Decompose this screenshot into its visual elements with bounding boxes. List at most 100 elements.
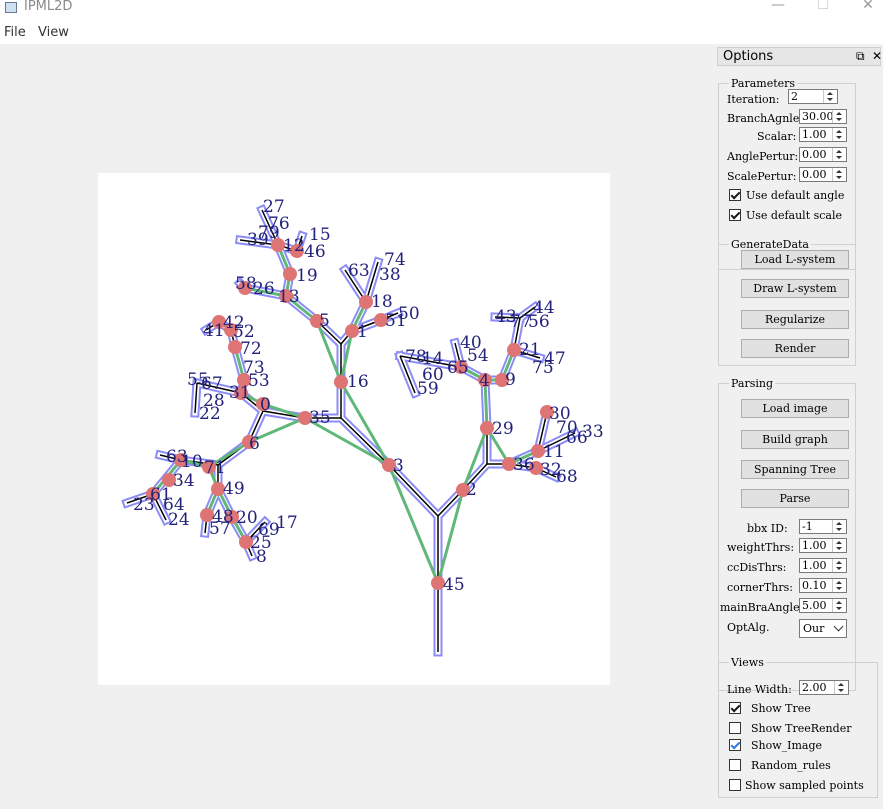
weight-thrs-spinbox[interactable]: 1.00 bbox=[799, 538, 847, 553]
opt-alg-value: Our bbox=[803, 622, 825, 635]
show-image-checkbox[interactable] bbox=[729, 739, 741, 751]
float-icon[interactable]: ⧉ bbox=[856, 49, 865, 64]
corner-thrs-spinbox[interactable]: 0.10 bbox=[799, 578, 847, 593]
show-image-label[interactable]: Show_Image bbox=[751, 739, 822, 752]
line-width-spinbox[interactable]: 2.00 bbox=[799, 680, 849, 695]
main-bra-angle-spinbox[interactable]: 5.00 bbox=[799, 598, 847, 613]
corner-thrs-label: cornerThrs: bbox=[727, 581, 793, 594]
random-rules-label[interactable]: Random_rules bbox=[751, 759, 831, 772]
bbx-id-spinbox[interactable]: -1 bbox=[799, 519, 847, 534]
main-bra-angle-label: mainBraAngle: bbox=[720, 601, 804, 614]
tree-label: 72 bbox=[240, 339, 262, 359]
tree-label: 41 bbox=[203, 321, 225, 341]
tree-label: 46 bbox=[304, 242, 326, 262]
spin-arrows-icon[interactable] bbox=[832, 539, 846, 552]
main-bra-angle-value: 5.00 bbox=[802, 599, 827, 612]
tree-label: 21 bbox=[519, 340, 541, 360]
options-dock: Options ⧉ ✕ Parameters Iteration: 2 Bran… bbox=[715, 45, 883, 809]
spin-arrows-icon[interactable] bbox=[832, 110, 846, 123]
spanning-tree-button[interactable]: Spanning Tree bbox=[741, 460, 849, 479]
tree-label: 5 bbox=[319, 311, 330, 331]
tree-label: 23 bbox=[133, 495, 155, 515]
tree-label: 35 bbox=[309, 408, 331, 428]
close-button[interactable]: ✕ bbox=[853, 0, 883, 15]
tree-label: 49 bbox=[223, 479, 245, 499]
branch-angle-spinbox[interactable]: 30.00 bbox=[799, 109, 847, 124]
tree-label: 0 bbox=[260, 395, 271, 415]
tree-label: 71 bbox=[204, 458, 226, 478]
tree-label: 59 bbox=[417, 379, 439, 399]
scale-pertur-spinbox[interactable]: 0.00 bbox=[799, 167, 847, 182]
spin-arrows-icon[interactable] bbox=[832, 128, 846, 141]
parameters-title: Parameters bbox=[729, 77, 798, 90]
load-lsystem-button[interactable]: Load L-system bbox=[741, 250, 849, 269]
angle-pertur-label: AnglePertur: bbox=[727, 150, 799, 163]
tree-label: 54 bbox=[467, 346, 489, 366]
draw-lsystem-button[interactable]: Draw L-system bbox=[741, 279, 849, 298]
spin-arrows-icon[interactable] bbox=[832, 168, 846, 181]
show-tree-checkbox[interactable] bbox=[729, 702, 741, 714]
tree-label: 13 bbox=[278, 287, 300, 307]
tree-label: 65 bbox=[447, 358, 469, 378]
scalar-value: 1.00 bbox=[802, 128, 827, 141]
use-default-scale-checkbox[interactable] bbox=[729, 209, 741, 221]
spin-arrows-icon[interactable] bbox=[823, 90, 837, 103]
use-default-scale-label[interactable]: Use default scale bbox=[746, 209, 842, 222]
show-treerender-checkbox[interactable] bbox=[729, 722, 741, 734]
tree-label: 10 bbox=[181, 452, 203, 472]
tree-label: 34 bbox=[173, 471, 195, 491]
tree-label: 36 bbox=[513, 455, 535, 475]
scalar-spinbox[interactable]: 1.00 bbox=[799, 127, 847, 142]
iteration-label: Iteration: bbox=[727, 93, 780, 106]
tree-label: 8 bbox=[256, 547, 267, 567]
branch-angle-value: 30.00 bbox=[802, 110, 834, 123]
render-button[interactable]: Render bbox=[741, 339, 849, 358]
bbx-id-label: bbx ID: bbox=[747, 522, 788, 535]
tree-label: 53 bbox=[248, 371, 270, 391]
tree-label: 75 bbox=[532, 358, 554, 378]
spin-arrows-icon[interactable] bbox=[832, 148, 846, 161]
tree-label: 9 bbox=[505, 370, 516, 390]
tree-label: 26 bbox=[253, 279, 275, 299]
tree-visualization: 27767939 121546195826 1363 3874185051514142… bbox=[121, 197, 604, 657]
tree-label: 39 bbox=[247, 230, 269, 250]
random-rules-checkbox[interactable] bbox=[729, 759, 741, 771]
spin-arrows-icon[interactable] bbox=[832, 579, 846, 592]
show-treerender-label[interactable]: Show TreeRender bbox=[751, 722, 851, 735]
dock-title: Options bbox=[723, 49, 774, 64]
show-sampled-points-checkbox[interactable] bbox=[729, 779, 741, 791]
maximize-button[interactable]: ☐ bbox=[808, 0, 838, 15]
minimize-button[interactable]: — bbox=[763, 0, 793, 15]
tree-label: 68 bbox=[556, 467, 578, 487]
spin-arrows-icon[interactable] bbox=[834, 681, 848, 694]
tree-label: 12 bbox=[283, 236, 305, 256]
spin-arrows-icon[interactable] bbox=[832, 520, 846, 533]
tree-label: 51 bbox=[385, 311, 407, 331]
line-width-value: 2.00 bbox=[802, 681, 827, 694]
tree-label: 16 bbox=[347, 372, 369, 392]
show-tree-label[interactable]: Show Tree bbox=[751, 702, 811, 715]
opt-alg-select[interactable]: Our bbox=[799, 619, 847, 638]
spin-arrows-icon[interactable] bbox=[832, 559, 846, 572]
build-graph-button[interactable]: Build graph bbox=[741, 430, 849, 449]
ccdis-thrs-label: ccDisThrs: bbox=[727, 561, 787, 574]
dock-title-bar[interactable]: Options ⧉ ✕ bbox=[717, 47, 882, 66]
spin-arrows-icon[interactable] bbox=[832, 599, 846, 612]
branch-angle-label: BranchAgnle: bbox=[727, 112, 804, 125]
use-default-angle-label[interactable]: Use default angle bbox=[746, 189, 844, 202]
iteration-value: 2 bbox=[791, 90, 798, 103]
ccdis-thrs-spinbox[interactable]: 1.00 bbox=[799, 558, 847, 573]
tree-label: 74 bbox=[384, 250, 406, 270]
parse-button[interactable]: Parse bbox=[741, 489, 849, 508]
iteration-spinbox[interactable]: 2 bbox=[788, 89, 838, 104]
tree-label: 2 bbox=[466, 480, 477, 500]
show-sampled-points-label[interactable]: Show sampled points bbox=[745, 779, 864, 792]
load-image-button[interactable]: Load image bbox=[741, 399, 849, 418]
tree-label: 4 bbox=[479, 371, 490, 391]
ccdis-thrs-value: 1.00 bbox=[802, 559, 827, 572]
regularize-button[interactable]: Regularize bbox=[741, 310, 849, 329]
use-default-angle-checkbox[interactable] bbox=[729, 189, 741, 201]
angle-pertur-spinbox[interactable]: 0.00 bbox=[799, 147, 847, 162]
dock-close-icon[interactable]: ✕ bbox=[872, 49, 882, 63]
tree-node-19 bbox=[283, 267, 297, 281]
